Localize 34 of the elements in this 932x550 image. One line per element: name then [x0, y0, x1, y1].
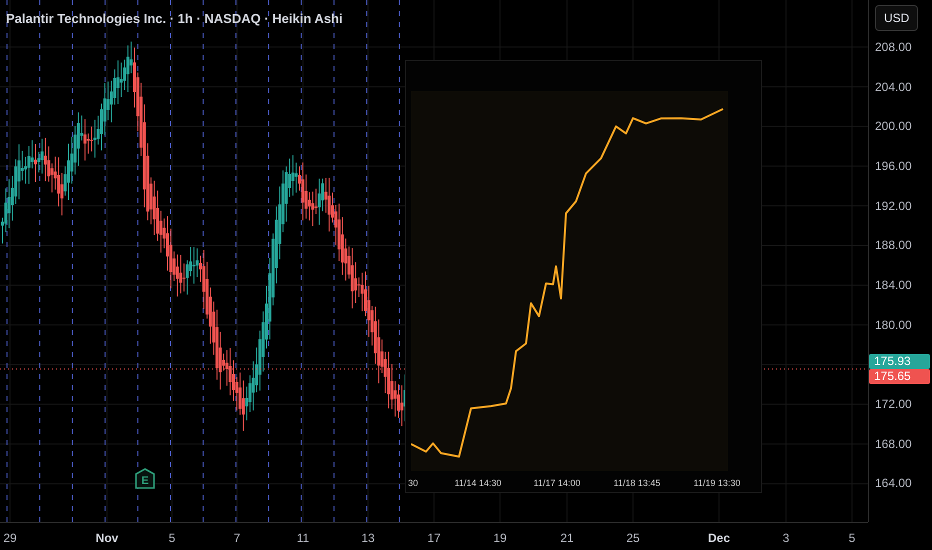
date-label: 5 [168, 530, 176, 547]
date-label: 7 [234, 530, 240, 547]
price-label: 172.00 [875, 396, 912, 414]
currency-button[interactable]: USD [875, 5, 918, 31]
price-badge: 175.65 [869, 369, 930, 384]
axis-label: 11/14 14:30 [454, 477, 502, 490]
price-label: 204.00 [875, 78, 912, 96]
date-label: 3 [782, 530, 790, 547]
price-label: 184.00 [875, 276, 912, 294]
date-label: Nov [96, 530, 118, 547]
price-label: 208.00 [875, 38, 912, 56]
earnings-marker[interactable]: E [135, 468, 155, 490]
date-label: 25 [626, 530, 640, 547]
date-label: 17 [427, 530, 441, 547]
date-label: 11 [296, 530, 310, 547]
date-label: 19 [493, 530, 507, 547]
price-label: 200.00 [875, 118, 912, 136]
price-label: 164.00 [875, 475, 912, 492]
date-label: 5 [848, 530, 856, 547]
chart-title: Palantir Technologies Inc. · 1h · NASDAQ · Heikin Ashi [6, 10, 343, 28]
price-label: 188.00 [875, 237, 912, 254]
date-label: 13 [361, 530, 375, 547]
price-label: 180.00 [875, 316, 912, 334]
axis-label: 11/18 13:45 [614, 477, 660, 490]
price-label: 168.00 [875, 436, 912, 453]
date-label: Dec [708, 530, 730, 547]
axis-label: 11/17 14:00 [534, 477, 580, 490]
date-label: 29 [3, 530, 17, 547]
axis-label: 11/19 13:30 [694, 477, 740, 490]
axis-label: 30 [408, 477, 418, 490]
price-badge: 175.93 [869, 354, 930, 370]
price-label: 196.00 [875, 158, 912, 175]
price-label: 192.00 [875, 198, 912, 215]
date-label: 21 [560, 530, 574, 547]
